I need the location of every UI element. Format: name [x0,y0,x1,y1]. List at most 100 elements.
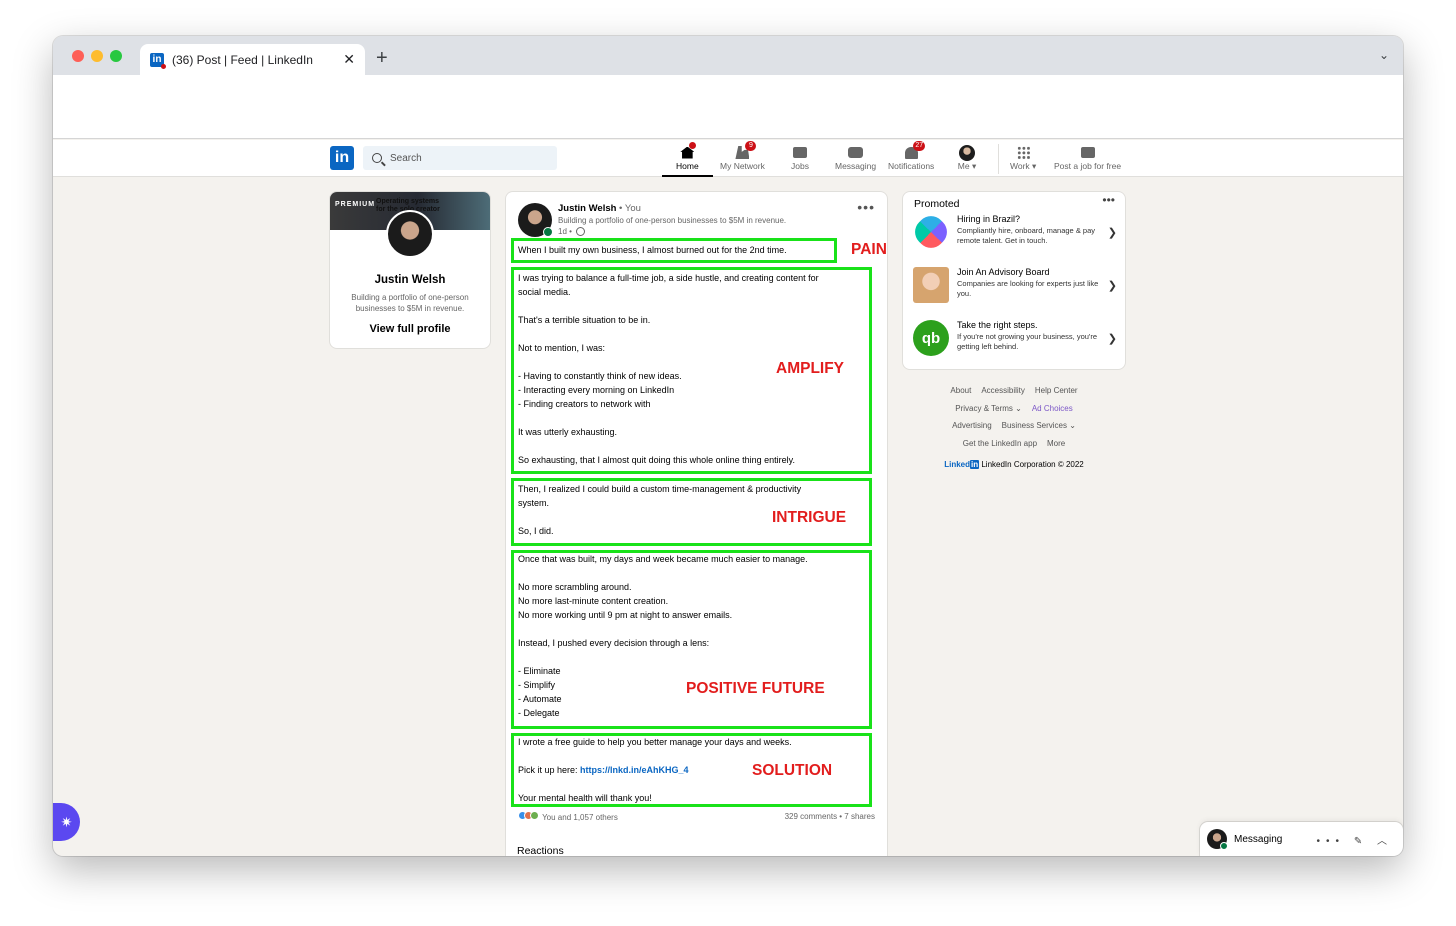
nav-post-job[interactable]: Post a job for free [1054,144,1121,171]
ad-description: If you're not growing your business, you… [957,332,1098,351]
browser-titlebar: in (36) Post | Feed | LinkedIn ✕ + ⌄ [53,36,1403,75]
profile-card: PREMIUM Operating systems for the solo c… [330,192,490,348]
footer-about[interactable]: About [950,386,971,395]
label-intrigue: INTRIGUE [772,509,847,526]
nav-jobs[interactable]: Jobs [790,144,810,171]
label-solution: SOLUTION [752,762,833,779]
ad-item[interactable]: Hiring in Brazil? Compliantly hire, onbo… [909,210,1117,256]
footer-app[interactable]: Get the LinkedIn app [963,439,1037,448]
tab-menu-chevron-icon[interactable]: ⌄ [1379,48,1389,62]
ad-title: Join An Advisory Board [957,267,1050,277]
post-author[interactable]: Justin Welsh • You [558,203,641,214]
nav-notifications[interactable]: 27 Notifications [888,141,935,171]
ad-item[interactable]: Join An Advisory Board Companies are loo… [913,267,1117,309]
ad-title: Hiring in Brazil? [957,214,1021,224]
footer-ad-choices[interactable]: Ad Choices [1032,404,1073,413]
linkedin-wordmark-in: in [970,460,980,469]
footer-links: About Accessibility Help Center Privacy & … [903,382,1125,452]
solution-pick-text: Pick it up here: [518,765,581,775]
profile-name[interactable]: Justin Welsh [330,274,490,286]
footer-privacy[interactable]: Privacy & Terms ⌄ [955,404,1022,413]
chat-icon [848,147,864,158]
linkedin-navbar: in Search Home 9 My Network Jobs Messagi… [53,140,1403,177]
post-card: Justin Welsh • You Building a portfolio … [506,192,887,856]
promoted-card: Promoted ••• Hiring in Brazil? Compliant… [903,192,1125,369]
footer-accessibility[interactable]: Accessibility [981,386,1025,395]
avatar [959,144,975,161]
home-notification-dot [689,142,697,149]
reactions-summary[interactable]: You and 1,057 others [518,811,618,822]
linkedin-logo[interactable]: in [330,146,354,170]
network-badge: 9 [745,141,757,151]
support-icon [530,811,539,820]
nav-messaging[interactable]: Messaging [835,144,876,171]
post-author-suffix: • You [616,203,641,214]
post-text-amplify: I was trying to balance a full-time job,… [518,273,819,465]
copyright-text: LinkedIn Corporation © 2022 [979,460,1084,469]
maximize-window-button[interactable] [110,50,122,62]
nav-work[interactable]: Work ▾ [1010,144,1036,172]
promoted-more-button[interactable]: ••• [1102,193,1115,207]
nav-divider [998,144,999,174]
messaging-bar[interactable]: Messaging ••• ✎ ︿ [1200,822,1403,856]
ad-title: Take the right steps. [957,320,1038,330]
post-social-counts: You and 1,057 others 329 comments • 7 sh… [518,811,875,822]
footer-help[interactable]: Help Center [1035,386,1078,395]
nav-notifications-label: Notifications [888,161,935,171]
tab-title: (36) Post | Feed | LinkedIn [172,52,313,67]
comments-shares-count[interactable]: 329 comments • 7 shares [785,812,875,821]
reaction-icons [518,811,539,820]
deel-logo-icon [909,210,953,254]
copyright: Linkedin LinkedIn Corporation © 2022 [903,460,1125,469]
new-tab-button[interactable]: + [376,47,388,70]
ad-description: Companies are looking for experts just l… [957,279,1099,298]
close-window-button[interactable] [72,50,84,62]
search-input[interactable]: Search [363,146,557,170]
search-icon [372,153,382,163]
post-timestamp: 1d • [558,227,586,237]
nav-me[interactable]: Me ▾ [957,144,977,172]
footer-business[interactable]: Business Services ⌄ [1002,421,1076,430]
label-future: POSITIVE FUTURE [686,680,825,697]
messaging-title: Messaging [1234,834,1283,845]
nav-messaging-label: Messaging [835,161,877,171]
post-author-headline: Building a portfolio of one-person busin… [558,216,787,225]
label-pain: PAIN [851,241,887,258]
nav-work-label: Work ▾ [1010,161,1037,171]
grid-icon [1016,146,1030,159]
post-time-text: 1d • [558,227,572,236]
footer-more[interactable]: More [1047,439,1065,448]
guide-link[interactable]: https://lnkd.in/eAhKHG_4 [580,765,689,775]
post-text-intrigue: Then, I realized I could build a custom … [518,484,802,536]
post-author-avatar[interactable] [518,203,553,237]
footer-advertising[interactable]: Advertising [952,421,992,430]
reactions-count: You and 1,057 others [542,813,618,822]
globe-icon [576,227,586,237]
browser-window: in (36) Post | Feed | LinkedIn ✕ + ⌄ in … [53,36,1403,856]
premium-badge: PREMIUM [335,201,376,208]
chevron-right-icon: ❯ [1107,333,1117,345]
messaging-avatar [1207,829,1228,850]
nav-my-network[interactable]: 9 My Network [720,141,765,171]
advisor-photo [913,267,949,303]
job-post-icon [1080,147,1095,158]
promoted-title: Promoted [914,198,960,210]
post-text-solution-1: I wrote a free guide to help you better … [518,737,792,747]
post-author-name: Justin Welsh [558,203,617,214]
messaging-actions[interactable]: ••• ✎ ︿ [1317,832,1393,847]
nav-my-network-label: My Network [720,161,765,171]
notifications-badge: 27 [913,141,926,151]
browser-tab[interactable]: in (36) Post | Feed | LinkedIn ✕ [140,44,365,75]
tab-close-icon[interactable]: ✕ [343,51,355,68]
nav-home[interactable]: Home [662,142,713,177]
minimize-window-button[interactable] [91,50,103,62]
post-text-solution-2: Pick it up here: https://lnkd.in/eAhKHG_… [518,763,689,777]
reactions-heading: Reactions [517,845,564,856]
post-text-pain: When I built my own business, I almost b… [518,245,787,255]
label-amplify: AMPLIFY [776,360,845,377]
ad-item[interactable]: qb Take the right steps. If you're not g… [913,320,1117,362]
post-more-button[interactable]: ••• [857,199,875,215]
profile-avatar[interactable] [386,210,434,258]
view-full-profile-link[interactable]: View full profile [330,323,490,335]
linkedin-favicon-icon: in [150,52,166,69]
